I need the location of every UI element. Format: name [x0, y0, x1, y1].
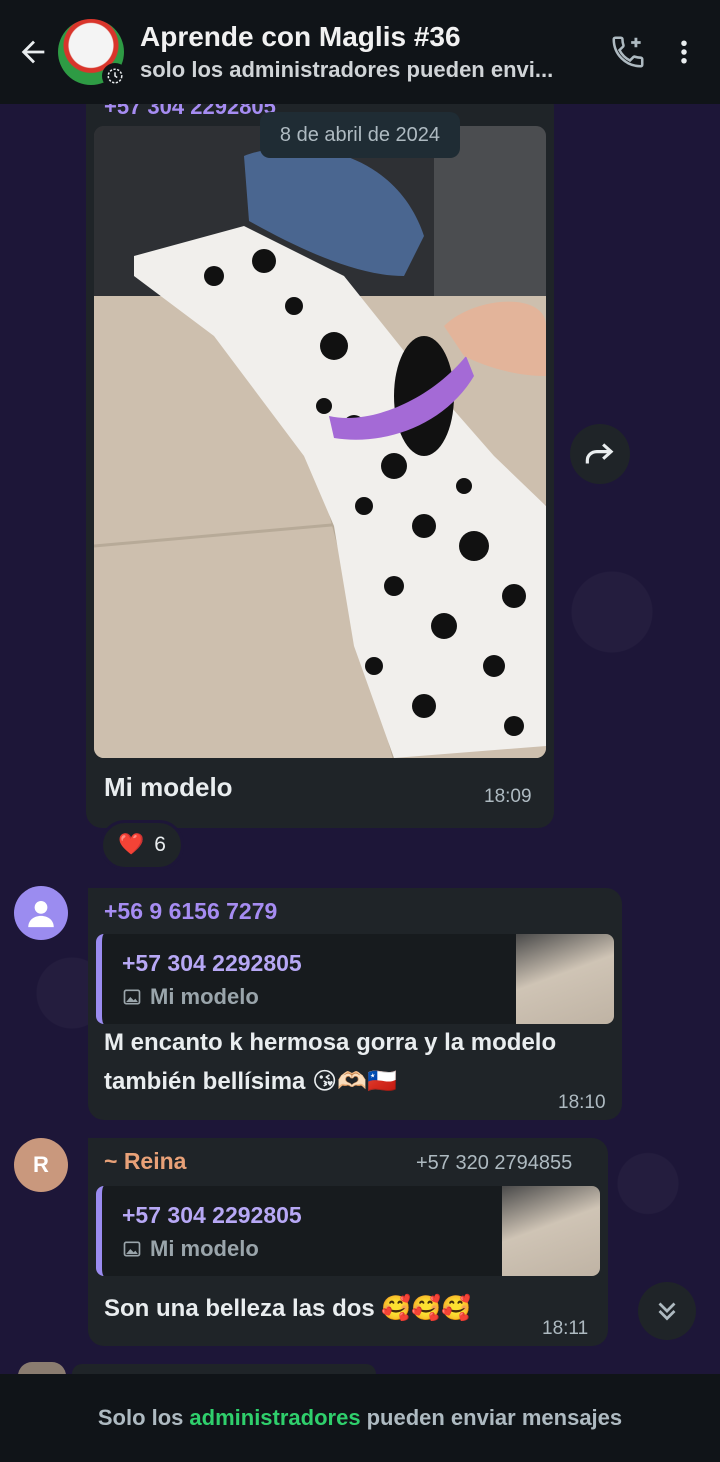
reaction-count: 6: [154, 833, 166, 856]
forward-button[interactable]: [570, 424, 630, 484]
quoted-text: Mi modelo: [122, 1236, 259, 1262]
date-separator: 8 de abril de 2024: [260, 112, 460, 158]
quoted-message[interactable]: +57 304 2292805 Mi modelo: [96, 934, 614, 1024]
scroll-to-bottom-button[interactable]: [638, 1282, 696, 1340]
message-photo[interactable]: [94, 126, 546, 758]
reaction-badge[interactable]: ❤️ 6: [100, 820, 184, 870]
quoted-message[interactable]: +57 304 2292805 Mi modelo: [96, 1186, 600, 1276]
phone-plus-icon: [612, 36, 644, 68]
message-sender: +56 9 6156 7279: [104, 898, 278, 924]
message-bubble-text[interactable]: +56 9 6156 7279 +57 304 2292805 Mi model…: [88, 888, 622, 1120]
disappearing-timer-icon: [102, 63, 128, 89]
dalmatian-photo: [94, 126, 546, 758]
quoted-sender: +57 304 2292805: [122, 950, 302, 976]
notice-prefix: Solo los: [97, 1405, 184, 1430]
quoted-text-label: Mi modelo: [150, 1236, 259, 1261]
quoted-sender: +57 304 2292805: [122, 1202, 302, 1228]
group-avatar[interactable]: [58, 19, 128, 89]
sender-phone: +57 320 2794855: [416, 1152, 573, 1174]
message-time: 18:11: [542, 1318, 589, 1339]
more-options-button[interactable]: [656, 22, 712, 82]
quoted-text-label: Mi modelo: [150, 984, 259, 1009]
avatar[interactable]: R: [14, 1138, 68, 1192]
double-chevron-down-icon: [658, 1302, 676, 1321]
back-button[interactable]: [8, 22, 58, 82]
message-text: Son una belleza las dos 🥰🥰🥰: [104, 1295, 472, 1322]
message-sender: ~ Reina: [104, 1148, 187, 1174]
image-icon: [123, 1241, 141, 1257]
group-subtitle: solo los administradores pueden envi...: [140, 57, 554, 82]
chat-header: Aprende con Maglis #36 solo los administ…: [0, 0, 720, 104]
group-title: Aprende con Maglis #36: [140, 21, 461, 52]
forward-icon: [585, 443, 614, 464]
arrow-left-icon: [21, 40, 45, 64]
group-info[interactable]: Aprende con Maglis #36 solo los administ…: [140, 21, 600, 83]
notice-suffix: pueden enviar mensajes: [366, 1405, 623, 1430]
message-time: 18:09: [484, 786, 532, 807]
image-icon: [123, 989, 141, 1005]
avatar[interactable]: [14, 886, 68, 940]
message-text-line2: también bellísima 😘🫶🏻🇨🇱: [104, 1068, 397, 1095]
message-bubble-photo[interactable]: +57 304 2292805 Mi modelo 18:09: [86, 90, 554, 828]
message-text-line1: M encanto k hermosa gorra y la modelo: [104, 1029, 557, 1056]
person-icon: [28, 900, 54, 928]
quoted-thumbnail: [516, 934, 614, 1024]
message-time: 18:10: [558, 1092, 606, 1113]
heart-reaction-icon: ❤️: [118, 833, 145, 856]
photo-caption: Mi modelo: [104, 772, 233, 802]
more-vertical-icon: [681, 40, 687, 64]
quoted-thumbnail: [502, 1186, 600, 1276]
message-bubble-text[interactable]: ~ Reina +57 320 2794855 +57 304 2292805 …: [88, 1138, 608, 1346]
admin-only-notice: Solo los administradores pueden enviar m…: [0, 1374, 720, 1462]
quoted-text: Mi modelo: [122, 984, 259, 1010]
administrators-link[interactable]: administradores: [189, 1405, 360, 1431]
add-call-button[interactable]: [600, 22, 656, 82]
